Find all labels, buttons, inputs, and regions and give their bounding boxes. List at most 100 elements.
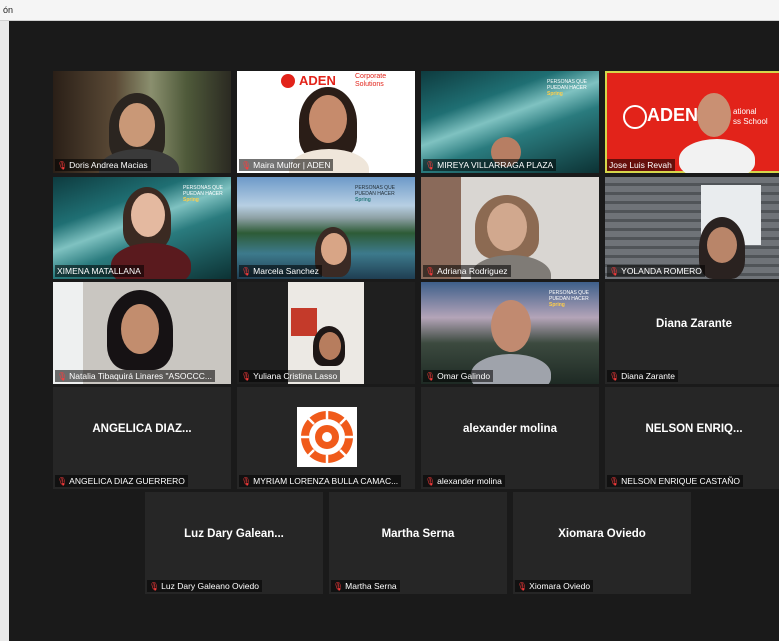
participant-name: MIREYA VILLARRAGA PLAZA xyxy=(437,160,554,170)
muted-mic-icon: 🎙︎ xyxy=(425,476,436,486)
participant-label: 🎙︎ MYRIAM LORENZA BULLA CAMAC... xyxy=(239,475,402,487)
spring-branding: PERSONAS QUE PUEDAN HACER Spring xyxy=(183,185,223,203)
participant-label: 🎙︎ Luz Dary Galeano Oviedo xyxy=(147,580,262,592)
muted-mic-icon: 🎙︎ xyxy=(149,581,160,591)
brand-corporate: Corporate xyxy=(355,73,387,80)
spring-branding: PERSONAS QUE PUEDAN HACER Spring xyxy=(547,79,587,97)
participant-name: Adriana Rodriguez xyxy=(437,266,508,276)
video-tile-adriana[interactable]: 🎙︎ Adriana Rodriguez xyxy=(421,177,599,279)
spring-line-3: Spring xyxy=(547,91,563,97)
sun-pattern-icon xyxy=(301,411,353,463)
video-tile-luz-dary[interactable]: Luz Dary Galean... 🎙︎ Luz Dary Galeano Ov… xyxy=(145,492,323,594)
muted-mic-icon: 🎙︎ xyxy=(609,476,620,486)
participant-name: Natalia Tibaquirá Linares "ASOCCC... xyxy=(69,371,213,381)
participant-name: Marcela Sanchez xyxy=(253,266,319,276)
aden-logo-icon xyxy=(281,74,295,88)
participant-name: Jose Luis Revah xyxy=(609,160,672,170)
video-tile-jose-luis[interactable]: ADEN ational ss School Jose Luis Revah xyxy=(605,71,779,173)
window-light xyxy=(53,282,83,384)
spring-branding: PERSONAS QUE PUEDAN HACER Spring xyxy=(355,185,395,203)
wall-picture xyxy=(291,308,317,336)
muted-mic-icon: 🎙︎ xyxy=(241,476,252,486)
brand-subtitle: Corporate Solutions xyxy=(355,73,386,89)
room-wall xyxy=(421,177,461,279)
participant-name: Omar Galindo xyxy=(437,371,491,381)
participant-body xyxy=(679,139,755,173)
participant-label: Jose Luis Revah xyxy=(607,159,675,171)
participant-face xyxy=(707,227,737,263)
spring-branding: PERSONAS QUE PUEDAN HACER Spring xyxy=(549,290,589,308)
participant-label: 🎙︎ YOLANDA ROMERO xyxy=(607,265,705,277)
participant-name: Doris Andrea Macias xyxy=(69,160,148,170)
brand-solutions: Solutions xyxy=(355,81,384,88)
participant-face xyxy=(697,93,731,137)
participant-face xyxy=(321,233,347,265)
muted-mic-icon: 🎙︎ xyxy=(57,371,68,381)
spring-line-3: Spring xyxy=(549,302,565,308)
participant-face xyxy=(491,300,531,352)
participant-face xyxy=(121,304,159,354)
video-tile-doris[interactable]: 🎙︎ Doris Andrea Macias xyxy=(53,71,231,173)
participant-display-name: Diana Zarante xyxy=(655,318,733,330)
participant-name: YOLANDA ROMERO xyxy=(621,266,702,276)
video-tile-diana[interactable]: Diana Zarante 🎙︎ Diana Zarante xyxy=(605,282,779,384)
muted-mic-icon: 🎙︎ xyxy=(609,266,620,276)
participant-label: 🎙︎ ANGELICA DIAZ GUERRERO xyxy=(55,475,188,487)
video-tile-natalia[interactable]: 🎙︎ Natalia Tibaquirá Linares "ASOCCC... xyxy=(53,282,231,384)
participant-label: 🎙︎ MIREYA VILLARRAGA PLAZA xyxy=(423,159,557,171)
participant-name: ANGELICA DIAZ GUERRERO xyxy=(69,476,185,486)
participant-label: 🎙︎ Xiomara Oviedo xyxy=(515,580,594,592)
muted-mic-icon: 🎙︎ xyxy=(517,581,528,591)
brand-tagline-1: ational xyxy=(733,107,757,116)
participant-label: 🎙︎ Martha Serna xyxy=(331,580,400,592)
video-tile-xiomara[interactable]: Xiomara Oviedo 🎙︎ Xiomara Oviedo xyxy=(513,492,691,594)
video-grid: 🎙︎ Doris Andrea Macias ADEN Corporate Solu… xyxy=(9,21,779,641)
video-tile-alexander[interactable]: alexander molina 🎙︎ alexander molina xyxy=(421,387,599,489)
participant-label: XIMENA MATALLANA xyxy=(55,265,144,277)
participant-display-name: alexander molina xyxy=(463,423,557,435)
participant-display-name: Luz Dary Galean... xyxy=(184,528,284,540)
window-titlebar: ón xyxy=(0,0,779,21)
participant-name: NELSON ENRIQUE CASTAÑO xyxy=(621,476,741,486)
participant-name: XIMENA MATALLANA xyxy=(57,266,141,276)
video-tile-ximena[interactable]: PERSONAS QUE PUEDAN HACER Spring XIMENA MA… xyxy=(53,177,231,279)
spring-line-3: Spring xyxy=(355,197,371,203)
video-tile-yolanda[interactable]: 🎙︎ YOLANDA ROMERO xyxy=(605,177,779,279)
video-tile-martha[interactable]: Martha Serna 🎙︎ Martha Serna xyxy=(329,492,507,594)
participant-label: 🎙︎ Diana Zarante xyxy=(607,370,679,382)
participant-name: MYRIAM LORENZA BULLA CAMAC... xyxy=(253,476,399,486)
window-title: ón xyxy=(3,5,14,15)
participant-name: alexander molina xyxy=(437,476,502,486)
participant-label: 🎙︎ Omar Galindo xyxy=(423,370,494,382)
participant-label: 🎙︎ NELSON ENRIQUE CASTAÑO xyxy=(607,475,744,487)
muted-mic-icon: 🎙︎ xyxy=(241,160,252,170)
participant-face xyxy=(487,203,527,251)
participant-name: Xiomara Oviedo xyxy=(529,581,591,591)
participant-face xyxy=(131,193,165,237)
video-tile-omar[interactable]: PERSONAS QUE PUEDAN HACER Spring 🎙︎ Omar Ga… xyxy=(421,282,599,384)
participant-face xyxy=(119,103,155,147)
video-tile-yuliana[interactable]: 🎙︎ Yuliana Cristina Lasso xyxy=(237,282,415,384)
spring-line-3: Spring xyxy=(183,197,199,203)
video-tile-mireya[interactable]: PERSONAS QUE PUEDAN HACER Spring 🎙︎ MIREYA … xyxy=(421,71,599,173)
video-tile-angelica[interactable]: ANGELICA DIAZ... 🎙︎ ANGELICA DIAZ GUERRER… xyxy=(53,387,231,489)
video-tile-nelson[interactable]: NELSON ENRIQ... 🎙︎ NELSON ENRIQUE CASTAÑO xyxy=(605,387,779,489)
participant-display-name: NELSON ENRIQ... xyxy=(645,423,743,435)
muted-mic-icon: 🎙︎ xyxy=(241,371,252,381)
participant-name: Martha Serna xyxy=(345,581,397,591)
muted-mic-icon: 🎙︎ xyxy=(425,371,436,381)
muted-mic-icon: 🎙︎ xyxy=(57,160,68,170)
participant-label: 🎙︎ Doris Andrea Macias xyxy=(55,159,151,171)
participant-label: 🎙︎ Marcela Sanchez xyxy=(239,265,322,277)
brand-tagline-2: ss School xyxy=(733,117,768,126)
muted-mic-icon: 🎙︎ xyxy=(425,266,436,276)
muted-mic-icon: 🎙︎ xyxy=(425,160,436,170)
video-tile-myriam[interactable]: 🎙︎ MYRIAM LORENZA BULLA CAMAC... xyxy=(237,387,415,489)
participant-label: 🎙︎ Yuliana Cristina Lasso xyxy=(239,370,341,382)
participant-display-name: Xiomara Oviedo xyxy=(558,528,646,540)
video-tile-marcela[interactable]: PERSONAS QUE PUEDAN HACER Spring 🎙︎ Marcela… xyxy=(237,177,415,279)
participant-label: 🎙︎ Natalia Tibaquirá Linares "ASOCCC... xyxy=(55,370,216,382)
participant-label: 🎙︎ Adriana Rodriguez xyxy=(423,265,511,277)
video-tile-maira[interactable]: ADEN Corporate Solutions 🎙︎ Maira Mulfor |… xyxy=(237,71,415,173)
participant-name: Diana Zarante xyxy=(621,371,676,381)
